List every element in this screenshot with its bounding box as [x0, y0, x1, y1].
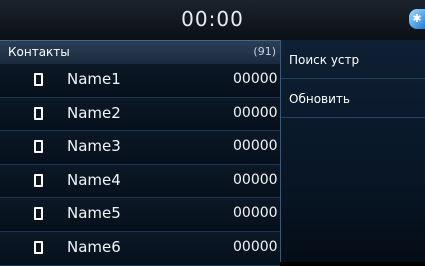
contact-list: Name1 00000 Name2 00000 Name3 00000 Name…	[0, 64, 280, 266]
contact-name: Name2	[67, 103, 121, 122]
contact-number: 00000	[233, 104, 278, 121]
phone-icon	[34, 207, 43, 221]
menu-item-refresh[interactable]: Обновить	[281, 79, 425, 118]
status-bar: 00:00 ✱	[0, 0, 425, 40]
contact-row[interactable]: Name3 00000	[0, 131, 280, 165]
contacts-title: Контакты	[8, 45, 70, 59]
contact-name: Name1	[67, 70, 121, 88]
contact-name: Name5	[67, 204, 121, 223]
contact-name: Name4	[67, 170, 121, 189]
bluetooth-icon[interactable]: ✱	[409, 9, 425, 29]
phone-icon	[34, 106, 43, 120]
contact-name: Name3	[67, 137, 121, 156]
contact-row[interactable]: Name1 00000	[0, 64, 280, 98]
contact-number: 00000	[233, 138, 278, 155]
menu-item-label: Поиск устр	[289, 53, 360, 67]
contact-row[interactable]: Name6 00000	[0, 231, 280, 266]
contact-row[interactable]: Name4 00000	[0, 164, 280, 199]
contacts-header: Контакты (91)	[0, 40, 280, 65]
contact-number: 00000	[233, 205, 278, 222]
phone-icon	[34, 240, 43, 254]
phone-icon	[34, 173, 43, 187]
contact-row[interactable]: Name2 00000	[0, 97, 280, 132]
phone-icon	[34, 140, 43, 154]
contact-name: Name6	[67, 237, 121, 256]
contact-row[interactable]: Name5 00000	[0, 198, 280, 232]
contacts-count: (91)	[253, 45, 276, 58]
phone-icon	[34, 73, 43, 86]
clock: 00:00	[181, 7, 244, 31]
options-menu: Поиск устр Обновить	[280, 40, 425, 262]
contact-number: 00000	[233, 71, 278, 87]
contact-number: 00000	[233, 171, 278, 188]
menu-item-label: Обновить	[289, 92, 350, 106]
menu-item-search-device[interactable]: Поиск устр	[281, 40, 425, 79]
contact-number: 00000	[233, 238, 278, 255]
